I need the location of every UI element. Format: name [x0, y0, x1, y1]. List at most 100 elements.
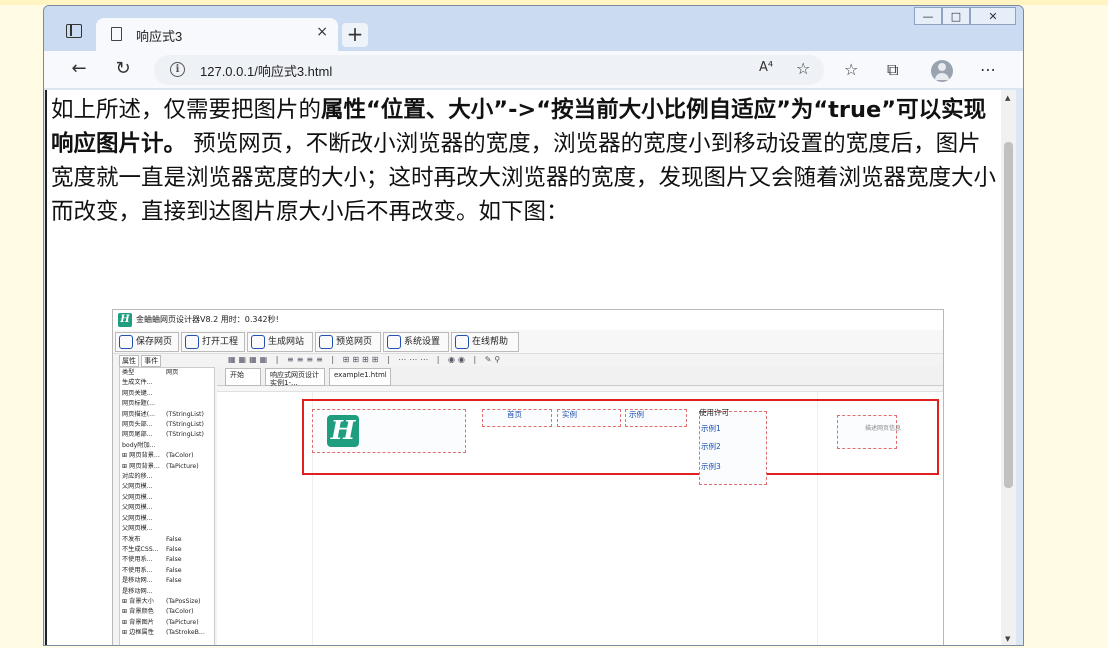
property-row: 父网页模... [120, 514, 214, 524]
property-value [166, 514, 214, 524]
save-icon [119, 335, 133, 349]
read-aloud-icon[interactable]: A⁴ [759, 60, 773, 75]
property-row: 不使用系... False [120, 555, 214, 565]
property-row: 对应的移... [120, 472, 214, 482]
property-value: False [166, 566, 182, 574]
tab-close-button[interactable]: × [316, 24, 328, 40]
scroll-down-icon[interactable]: ▼ [1005, 635, 1010, 643]
ie-icon [319, 335, 333, 349]
property-key: 网页描述(... [122, 410, 156, 418]
vertical-scrollbar[interactable]: ▲ ▼ [1001, 90, 1016, 645]
property-value: (TStringList) [166, 421, 204, 429]
generate-site-button: 生成网站 [247, 332, 313, 352]
article-paragraph: 如上所述，仅需要把图片的属性“位置、大小”->“按当前大小比例自适应”为“tru… [51, 93, 999, 229]
layers-icon [251, 335, 265, 349]
preview-page-label: 预览网页 [336, 337, 373, 347]
property-row: 网页尾部... (TStringList) [120, 430, 214, 440]
save-page-label: 保存网页 [136, 337, 173, 347]
property-value: False [166, 535, 182, 543]
collections-icon[interactable]: ⧉ [887, 60, 898, 80]
designer-title: 金蛐蛐网页设计器V8.2 用时：0.342秒! [136, 315, 279, 324]
property-key: 不使用系... [122, 556, 153, 564]
new-tab-button[interactable]: + [342, 23, 368, 47]
property-value: (TaPicture) [166, 462, 199, 470]
property-row: ⊞ 背景颜色 (TaColor) [120, 607, 214, 617]
scroll-up-icon[interactable]: ▲ [1005, 94, 1010, 102]
info-icon[interactable]: i [170, 62, 185, 77]
property-key: 网页标题(... [122, 400, 156, 408]
property-grid: 类型 网页 生成文件... 网页关键... 网页标题(... 网页描述(... (TStri… [119, 367, 215, 645]
browser-window: — □ ✕ 响应式3 × + ← ↻ i 127.0.0.1/响应式3.html… [43, 5, 1024, 646]
refresh-icon[interactable]: ↻ [110, 58, 136, 79]
property-key: 类型 [122, 369, 135, 376]
property-key: 网页尾部... [122, 431, 153, 439]
title-bar: — □ ✕ 响应式3 × + [44, 6, 1023, 51]
online-help-label: 在线帮助 [472, 337, 509, 347]
property-value [166, 587, 214, 597]
property-key: 对应的移... [122, 473, 153, 481]
canvas-link-ex1: 示例1 [701, 424, 721, 433]
property-row: 网页标题(... [120, 399, 214, 409]
property-key: 不发布 [122, 535, 141, 543]
close-window-button[interactable]: ✕ [970, 7, 1016, 25]
back-icon[interactable]: ← [66, 58, 92, 79]
property-value: (TaColor) [166, 452, 194, 460]
property-row: ⊞ 背景大小 (TaPosSize) [120, 597, 214, 607]
property-value: False [166, 556, 182, 564]
property-key: 是移动网... [122, 587, 153, 595]
panel-tabs: 属性 事件 [119, 355, 169, 367]
canvas-ruler [217, 387, 943, 392]
profile-icon[interactable] [931, 60, 953, 82]
property-key: 父网页模... [122, 514, 153, 522]
property-key: ⊞ 边框属性 [122, 629, 154, 637]
url-text[interactable]: 127.0.0.1/响应式3.html [200, 61, 332, 80]
generate-site-label: 生成网站 [268, 337, 305, 347]
property-key: 不生成CSS... [122, 545, 159, 553]
designer-toolbar: 保存网页 打开工程 生成网站 预览网页 系统设置 在线帮助 [113, 330, 943, 354]
sidebar-icon[interactable] [66, 24, 82, 38]
more-icon[interactable]: ⋯ [980, 60, 996, 79]
tab-title: 响应式3 [136, 29, 183, 44]
property-key: ⊞ 背景颜色 [122, 608, 154, 616]
scroll-thumb[interactable] [1004, 142, 1013, 488]
property-value [166, 441, 214, 451]
system-settings-button: 系统设置 [383, 332, 449, 352]
canvas-link-license: 使用许可 [699, 408, 729, 417]
property-key: ⊞ 网页背景... [122, 452, 160, 460]
property-row: 父网页模... [120, 482, 214, 492]
maximize-button[interactable]: □ [942, 7, 970, 25]
gear-icon [387, 335, 401, 349]
property-row: 父网页模... [120, 493, 214, 503]
logo-h-icon: H [327, 415, 359, 447]
property-row: 父网页模... [120, 503, 214, 513]
property-row: ⊞ 边框属性 (TaStrokeB... [120, 628, 214, 638]
property-value: False [166, 545, 182, 553]
favorite-add-icon[interactable]: ☆ [796, 59, 810, 78]
property-value: (TaStrokeB... [166, 629, 205, 637]
property-value: (TStringList) [166, 410, 204, 418]
info-box [837, 415, 897, 449]
address-bar[interactable]: i 127.0.0.1/响应式3.html A⁴ ☆ [154, 55, 824, 85]
property-value [166, 524, 214, 534]
app-logo-icon: H [118, 313, 132, 327]
property-row: 网页头部... (TStringList) [120, 420, 214, 430]
open-project-label: 打开工程 [202, 337, 239, 347]
property-value [166, 389, 214, 399]
tab-properties: 属性 [119, 355, 139, 367]
browser-tab[interactable]: 响应式3 × [96, 18, 338, 51]
property-key: body附加... [122, 441, 156, 449]
designer-titlebar: H 金蛐蛐网页设计器V8.2 用时：0.342秒! [113, 310, 943, 330]
canvas-link-home: 首页 [507, 410, 522, 419]
save-page-button: 保存网页 [115, 332, 179, 352]
tab-events: 事件 [141, 355, 162, 367]
minimize-button[interactable]: — [914, 7, 942, 25]
open-project-button: 打开工程 [181, 332, 245, 352]
para-part-2: 预览网页，不断改小浏览器的宽度，浏览器的宽度小到移动设置的宽度后，图片宽度就一直… [51, 131, 997, 225]
property-key: 父网页模... [122, 525, 153, 533]
canvas-link-ex3: 示例3 [701, 462, 721, 471]
property-row: 不使用系... False [120, 566, 214, 576]
favorites-icon[interactable]: ☆ [844, 60, 858, 79]
property-row: 是移动网... [120, 587, 214, 597]
property-key: 网页头部... [122, 421, 153, 429]
property-key: 网页关键... [122, 389, 153, 397]
